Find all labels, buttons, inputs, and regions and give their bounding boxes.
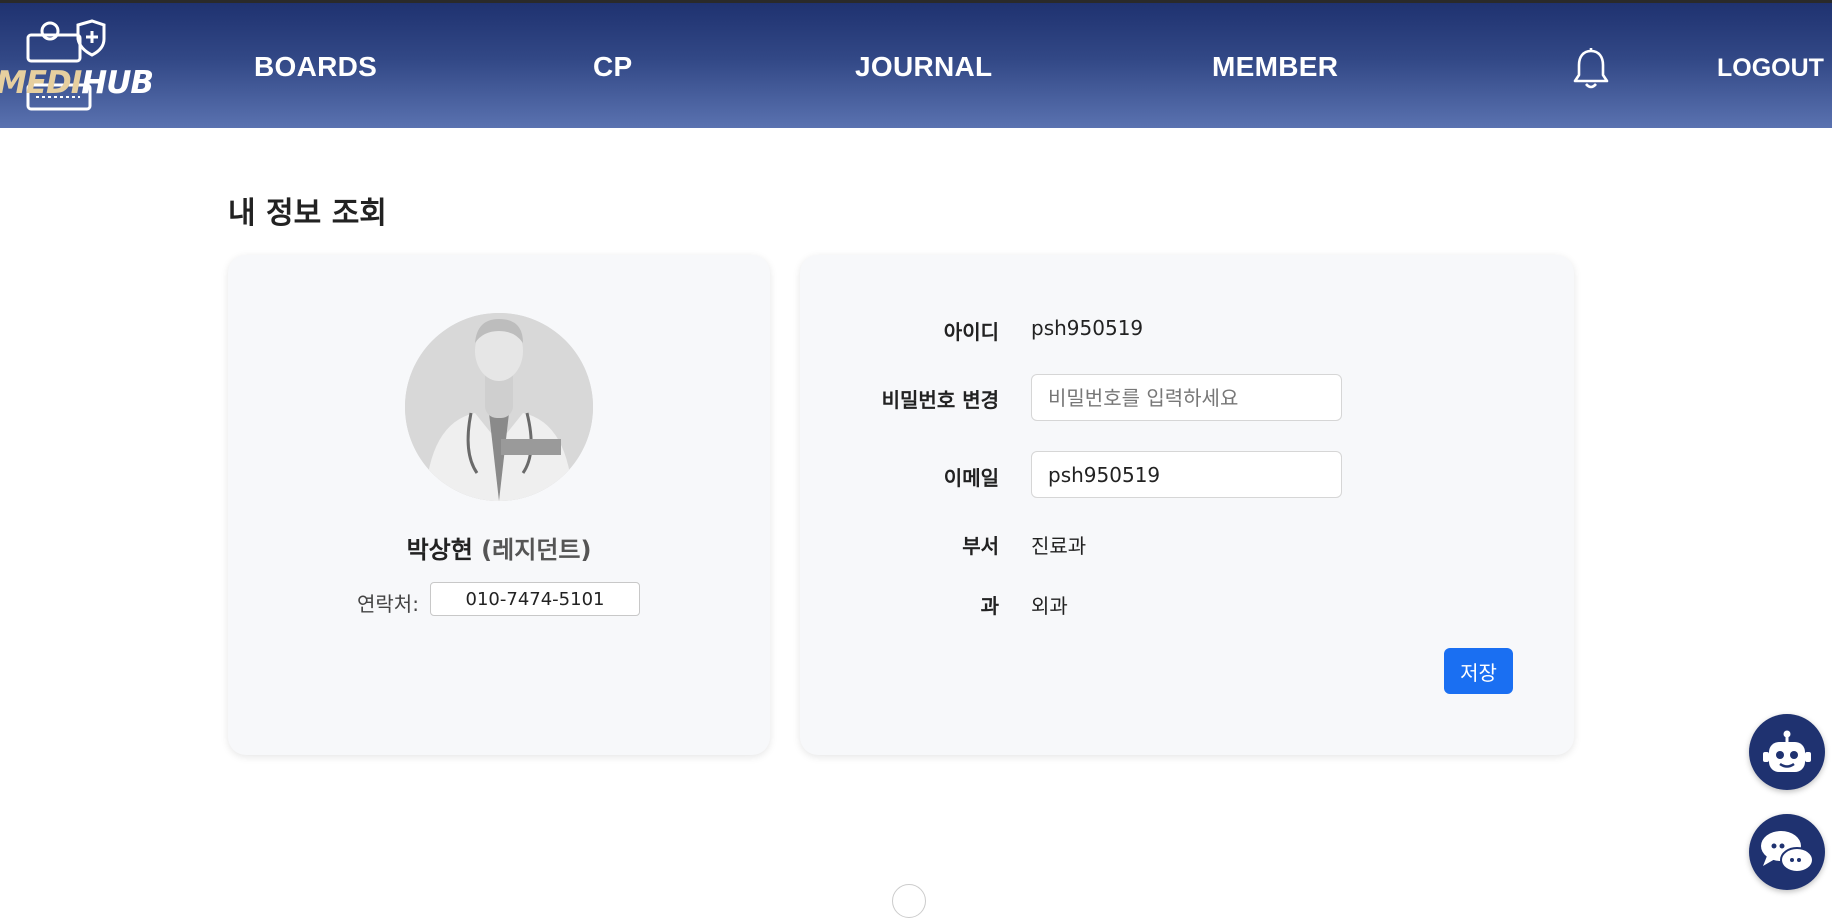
logout-button[interactable]: LOGOUT — [1717, 54, 1824, 83]
info-card: 아이디 psh950519 비밀번호 변경 이메일 부서 진료과 과 외과 저장 — [800, 255, 1574, 755]
logo-text: MEDIHUB — [0, 65, 154, 101]
contact-label: 연락처: — [357, 592, 419, 616]
department-label: 부서 — [962, 534, 999, 558]
robot-icon — [1763, 730, 1811, 772]
nav-boards[interactable]: BOARDS — [254, 51, 377, 83]
chatbot-button[interactable] — [1749, 714, 1825, 790]
profile-card: 박상현 (레지던트) 연락처: — [228, 255, 770, 755]
id-label: 아이디 — [943, 320, 999, 344]
chat-button[interactable] — [1749, 814, 1825, 890]
scroll-indicator[interactable] — [892, 884, 926, 918]
avatar — [405, 313, 593, 501]
section-value: 외과 — [1031, 594, 1068, 618]
nav-cp[interactable]: CP — [593, 51, 633, 83]
logo[interactable]: MEDIHUB — [0, 17, 154, 113]
department-value: 진료과 — [1031, 534, 1087, 558]
password-label: 비밀번호 변경 — [881, 388, 999, 412]
user-name-text: 박상현 — [406, 536, 473, 564]
nav-member[interactable]: MEMBER — [1212, 51, 1338, 83]
user-name: 박상현 (레지던트) — [228, 530, 770, 565]
section-label: 과 — [980, 594, 999, 618]
email-label: 이메일 — [943, 466, 999, 490]
chat-bubbles-icon — [1761, 831, 1814, 873]
save-button[interactable]: 저장 — [1444, 648, 1513, 694]
top-navbar: MEDIHUB BOARDS CP JOURNAL MEMBER LOGOUT — [0, 0, 1832, 128]
contact-input[interactable] — [430, 582, 640, 616]
nav-journal[interactable]: JOURNAL — [855, 51, 992, 83]
user-role: (레지던트) — [481, 536, 592, 564]
id-value: psh950519 — [1031, 316, 1144, 340]
bell-icon[interactable] — [1572, 47, 1610, 91]
doctor-avatar-image — [405, 313, 593, 501]
email-input[interactable] — [1031, 451, 1342, 498]
password-input[interactable] — [1031, 374, 1342, 421]
page-title: 내 정보 조회 — [228, 196, 387, 231]
